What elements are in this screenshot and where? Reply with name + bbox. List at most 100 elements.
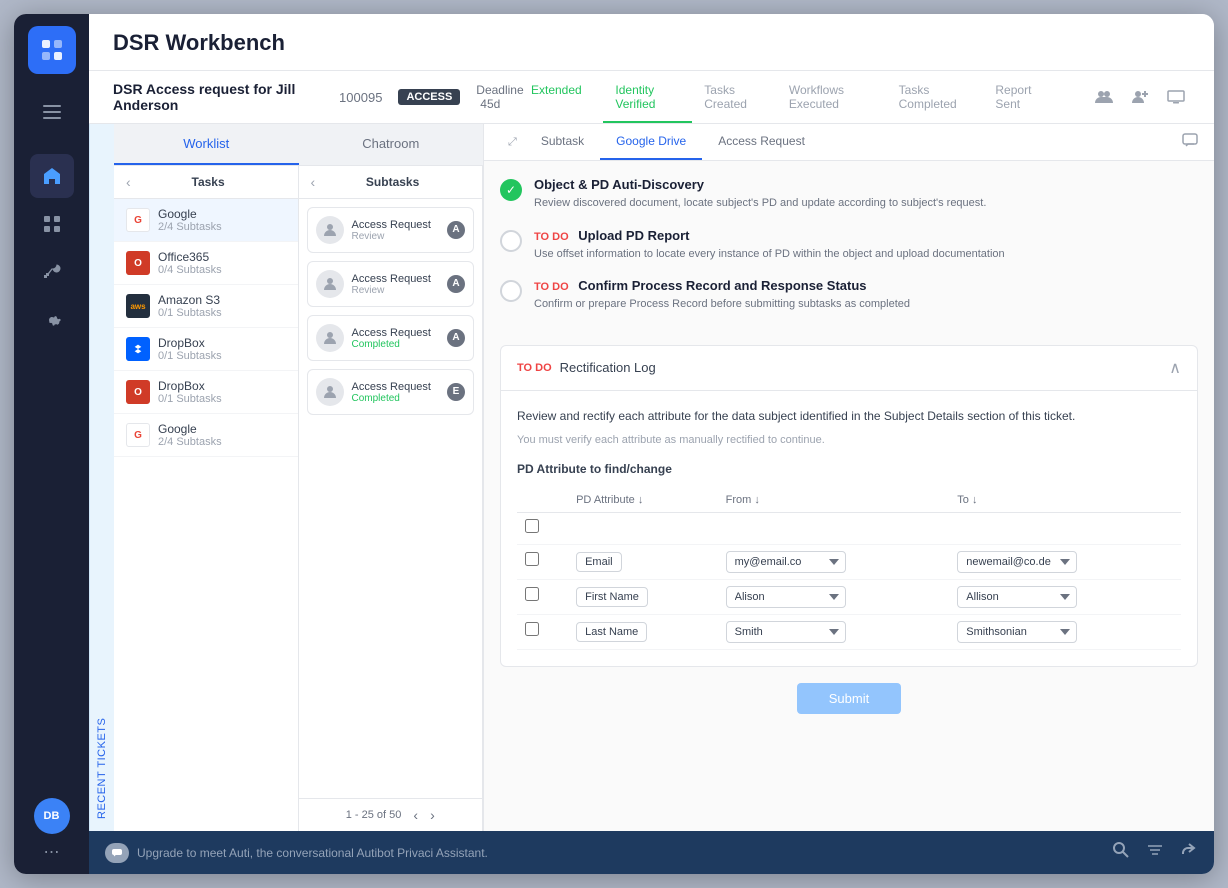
dsr-tab-tasks-created[interactable]: Tasks Created (692, 79, 777, 115)
from-select[interactable]: Alison (726, 586, 846, 608)
sidebar-item-tools[interactable] (30, 250, 74, 294)
task-icon (126, 337, 150, 361)
tab-chatroom[interactable]: Chatroom (299, 124, 484, 165)
sidebar-item-home[interactable] (30, 154, 74, 198)
task-item[interactable]: G Google 2/4 Subtasks (114, 199, 298, 242)
task-item[interactable]: O DropBox 0/1 Subtasks (114, 371, 298, 414)
screen-icon[interactable] (1162, 85, 1190, 109)
rectification-body: Review and rectify each attribute for th… (501, 391, 1197, 666)
dsr-tab-identity-verified[interactable]: Identity Verified (603, 79, 692, 115)
dsr-progress-tabs: Identity Verified Tasks Created Workflow… (603, 79, 1058, 115)
task-name: Google (158, 207, 286, 221)
todo-label: TO DO (534, 231, 569, 243)
chat-bubble-icon (105, 843, 129, 863)
subtask-badge: A (447, 221, 465, 239)
bottom-actions (1112, 841, 1198, 864)
detail-tabs-bar: ⤢ Subtask Google Drive Access Request (484, 124, 1214, 161)
tasks-panel: ‹ Tasks G Google 2/4 Subtasks (114, 166, 299, 831)
task-item[interactable]: DropBox 0/1 Subtasks (114, 328, 298, 371)
row-checkbox[interactable] (525, 552, 539, 566)
subtasks-header-label: Subtasks (315, 175, 470, 189)
col-checkbox (517, 488, 568, 513)
task-item[interactable]: G Google 2/4 Subtasks (114, 414, 298, 457)
rect-note: You must verify each attribute as manual… (517, 434, 1181, 446)
row-checkbox[interactable] (525, 587, 539, 601)
main-tabs-row: Worklist Chatroom (114, 124, 483, 166)
subtask-item[interactable]: Access Request Review A (307, 207, 475, 253)
hamburger-menu-icon[interactable] (34, 94, 70, 130)
task-icon: G (126, 208, 150, 232)
next-page-button[interactable]: › (430, 807, 435, 823)
filter-action-icon[interactable] (1146, 841, 1164, 864)
app-logo[interactable] (28, 26, 76, 74)
sidebar-item-dashboard[interactable] (30, 202, 74, 246)
page-title: DSR Workbench (113, 30, 1190, 56)
task-item[interactable]: aws Amazon S3 0/1 Subtasks (114, 285, 298, 328)
step-desc: Use offset information to locate every i… (534, 246, 1198, 263)
subtask-item[interactable]: Access Request Review A (307, 261, 475, 307)
subtasks-header: ‹ Subtasks (299, 166, 483, 199)
step-title: TO DO Upload PD Report (534, 228, 1198, 243)
table-row: Last Name Smith Smithsonian (517, 614, 1181, 649)
tab-worklist[interactable]: Worklist (114, 124, 299, 165)
sidebar-item-settings[interactable] (30, 298, 74, 342)
detail-tab-subtask[interactable]: Subtask (525, 124, 600, 160)
expand-icon[interactable]: ⤢ (500, 126, 525, 159)
dsr-title: DSR Access request for Jill Anderson (113, 81, 323, 113)
detail-panel: ⤢ Subtask Google Drive Access Request (484, 124, 1214, 831)
more-options-icon[interactable]: ⋯ (44, 842, 60, 862)
comment-icon[interactable] (1182, 133, 1198, 152)
task-name: Google (158, 422, 286, 436)
search-action-icon[interactable] (1112, 841, 1130, 864)
user-avatar[interactable]: DB (34, 798, 70, 834)
dsr-tab-tasks-completed[interactable]: Tasks Completed (887, 79, 984, 115)
access-type-badge: ACCESS (398, 89, 460, 105)
to-select[interactable]: Smithsonian (957, 621, 1077, 643)
recent-tickets-tab[interactable]: RECENT TICKETS (89, 124, 114, 831)
pd-attribute-tag: Email (576, 552, 622, 572)
step-desc: Confirm or prepare Process Record before… (534, 296, 1198, 313)
table-row (517, 512, 1181, 544)
pagination-label: 1 - 25 of 50 (346, 809, 402, 821)
task-icon: O (126, 380, 150, 404)
person-add-icon[interactable] (1126, 85, 1154, 109)
bottom-bar: Upgrade to meet Auti, the conversational… (89, 831, 1214, 874)
task-subtask-count: 0/1 Subtasks (158, 350, 286, 362)
task-item[interactable]: O Office365 0/4 Subtasks (114, 242, 298, 285)
subtask-badge: A (447, 329, 465, 347)
pd-attribute-tag: Last Name (576, 622, 647, 642)
col-pd-attr: PD Attribute ↓ (568, 488, 718, 513)
share-action-icon[interactable] (1180, 841, 1198, 864)
dsr-action-icons (1090, 85, 1190, 109)
task-list: G Google 2/4 Subtasks O Office365 (114, 199, 298, 831)
subtask-avatar (316, 378, 344, 406)
dsr-tab-report-sent[interactable]: Report Sent (983, 79, 1058, 115)
people-icon[interactable] (1090, 85, 1118, 109)
dsr-tab-workflows[interactable]: Workflows Executed (777, 79, 887, 115)
to-select[interactable]: newemail@co.de (957, 551, 1077, 573)
row-checkbox[interactable] (525, 519, 539, 533)
prev-page-button[interactable]: ‹ (413, 807, 418, 823)
from-select[interactable]: my@email.co (726, 551, 846, 573)
rect-description: Review and rectify each attribute for th… (517, 407, 1181, 426)
subtask-name: Access Request (352, 273, 440, 285)
rect-title: Rectification Log (560, 360, 1170, 375)
task-step-1: ✓ Object & PD Auti-Discovery Review disc… (500, 177, 1198, 212)
detail-tab-access-request[interactable]: Access Request (702, 124, 821, 160)
ticket-id: 100095 (339, 90, 382, 105)
pagination-row: 1 - 25 of 50 ‹ › (299, 798, 483, 831)
rectification-header[interactable]: TO DO Rectification Log ∧ (501, 346, 1197, 391)
from-select[interactable]: Smith (726, 621, 846, 643)
rect-chevron-icon: ∧ (1169, 358, 1181, 378)
task-icon: G (126, 423, 150, 447)
to-select[interactable]: Allison (957, 586, 1077, 608)
detail-tab-google-drive[interactable]: Google Drive (600, 124, 702, 160)
subtask-item[interactable]: Access Request Completed A (307, 315, 475, 361)
task-subtask-count: 0/1 Subtasks (158, 393, 286, 405)
subtask-item[interactable]: Access Request Completed E (307, 369, 475, 415)
step-completed-icon: ✓ (500, 179, 522, 201)
subtask-name: Access Request (352, 327, 440, 339)
row-checkbox[interactable] (525, 622, 539, 636)
submit-button[interactable]: Submit (797, 683, 901, 714)
task-name: Office365 (158, 250, 286, 264)
